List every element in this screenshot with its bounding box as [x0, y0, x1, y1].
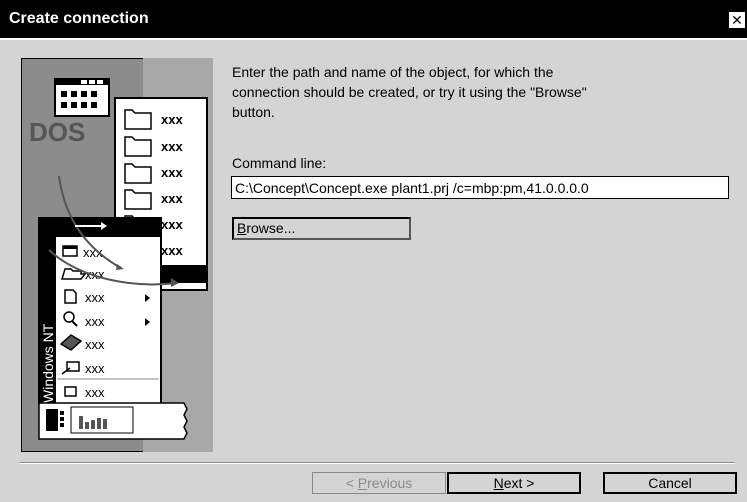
browse-mnemonic: B	[237, 220, 247, 236]
cancel-button[interactable]: Cancel	[603, 472, 737, 494]
folder-item: xxx	[161, 165, 183, 180]
start-menu-item: xxx	[85, 361, 105, 376]
next-label: ext >	[503, 475, 535, 491]
programs-icon	[62, 245, 78, 257]
folder-icon	[124, 109, 152, 130]
window-title: Create connection	[9, 10, 149, 27]
start-menu-highlight	[40, 219, 160, 237]
command-line-input[interactable]	[231, 176, 729, 199]
folder-icon	[124, 136, 152, 157]
start-menu-item: xxx	[85, 314, 105, 329]
shutdown-icon	[64, 386, 77, 397]
document-icon	[64, 289, 77, 304]
previous-label: revious	[367, 475, 413, 491]
illustration: DOS xxx xxx xxx xxx xxx xxx Windows NT x…	[21, 58, 213, 452]
previous-button[interactable]: < Previous	[312, 472, 446, 494]
start-menu-item: xxx	[85, 267, 105, 282]
start-menu-item: xxx	[85, 337, 105, 352]
start-menu-item: xxx	[85, 385, 105, 400]
next-mnemonic: N	[493, 475, 504, 491]
folder-item: xxx	[161, 191, 183, 206]
title-bar: Create connection ✕	[0, 0, 747, 38]
browse-button[interactable]: Browse...	[232, 217, 411, 240]
start-menu-item: xxx	[85, 290, 105, 305]
browse-label: rowse...	[246, 220, 296, 236]
previous-mnemonic: P	[357, 475, 368, 491]
folder-item: xxx	[161, 112, 183, 127]
folder-item: xxx	[161, 243, 183, 258]
folder-item: xxx	[161, 217, 183, 232]
title-separator	[0, 38, 747, 40]
folder-icon	[124, 163, 152, 184]
command-line-label: Command line:	[232, 155, 327, 171]
folder-icon	[124, 189, 152, 210]
windows-nt-label: Windows NT	[40, 323, 56, 403]
close-icon[interactable]: ✕	[729, 12, 745, 28]
previous-prefix: <	[345, 475, 358, 491]
dos-label: DOS	[29, 117, 85, 147]
folder-item: xxx	[161, 139, 183, 154]
instructions-text: Enter the path and name of the object, f…	[232, 64, 587, 120]
next-button[interactable]: Next >	[447, 472, 581, 494]
